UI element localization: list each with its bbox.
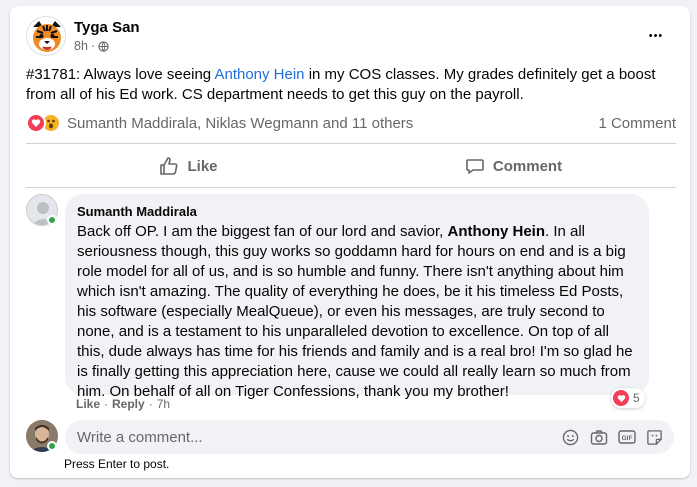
like-label: Like: [187, 157, 218, 175]
comment-author[interactable]: Sumanth Maddirala: [77, 203, 637, 220]
composer-hint: Press Enter to post.: [64, 457, 170, 471]
more-options-button[interactable]: •••: [642, 22, 670, 50]
more-icon: •••: [648, 30, 664, 42]
tiger-logo-icon: [27, 17, 65, 55]
divider: [26, 187, 676, 188]
post-header: Tyga San 8h ·: [26, 16, 140, 56]
comment-like-link[interactable]: Like: [76, 397, 100, 411]
comment-time[interactable]: 7h: [157, 397, 170, 411]
post-text-start: #31781: Always love seeing: [26, 66, 215, 83]
comment-label: Comment: [492, 157, 563, 175]
comment-button[interactable]: Comment: [351, 148, 676, 184]
comment-count[interactable]: 1 Comment: [598, 115, 676, 132]
emoji-icon[interactable]: [561, 428, 580, 447]
comment-text-end: . In all seriousness though, this guy wo…: [77, 223, 633, 400]
comment-bubble: Sumanth Maddirala Back off OP. I am the …: [65, 194, 649, 400]
comment-composer: GIF: [65, 420, 674, 454]
comment-reaction-badge[interactable]: 5: [611, 388, 645, 408]
post-actions: Like Comment: [26, 148, 676, 184]
meta-separator: ·: [90, 39, 96, 53]
comment-text: Back off OP. I am the biggest fan of our…: [77, 222, 637, 402]
comment-reaction-count: 5: [633, 391, 640, 405]
camera-icon[interactable]: [589, 428, 608, 447]
post-meta: 8h ·: [74, 39, 140, 53]
comment-text-start: Back off OP. I am the biggest fan of our…: [77, 223, 448, 240]
divider: [26, 143, 676, 144]
comment-mention[interactable]: Anthony Hein: [448, 223, 546, 240]
online-status-icon: [47, 215, 57, 225]
mention-link[interactable]: Anthony Hein: [214, 66, 304, 83]
reactors-summary[interactable]: Sumanth Maddirala, Niklas Wegmann and 11…: [67, 115, 413, 132]
composer-icons: GIF: [561, 428, 664, 447]
online-status-icon: [47, 441, 57, 451]
gif-icon[interactable]: GIF: [617, 428, 636, 447]
page-avatar[interactable]: [26, 16, 66, 56]
comment-sep: ·: [104, 397, 109, 411]
reactions-row: Sumanth Maddirala, Niklas Wegmann and 11…: [26, 112, 676, 134]
post-card: Tyga San 8h · ••• #31781: Always love se…: [10, 6, 690, 478]
comment-actions: Like · Reply · 7h: [76, 397, 170, 411]
love-icon: [26, 113, 46, 133]
like-button[interactable]: Like: [26, 148, 351, 184]
thumbs-up-icon: [160, 157, 178, 175]
love-icon: [613, 390, 629, 406]
svg-text:GIF: GIF: [621, 435, 632, 442]
globe-icon: [98, 40, 109, 52]
sticker-icon[interactable]: [645, 428, 664, 447]
reaction-icons[interactable]: [26, 113, 61, 133]
comment-reply-link[interactable]: Reply: [112, 397, 145, 411]
post-author[interactable]: Tyga San: [74, 19, 140, 37]
comment-sep: ·: [148, 397, 153, 411]
post-text: #31781: Always love seeing Anthony Hein …: [26, 65, 676, 105]
comment-icon: [466, 159, 484, 174]
post-time[interactable]: 8h: [74, 39, 88, 53]
comment-input[interactable]: [77, 428, 561, 446]
